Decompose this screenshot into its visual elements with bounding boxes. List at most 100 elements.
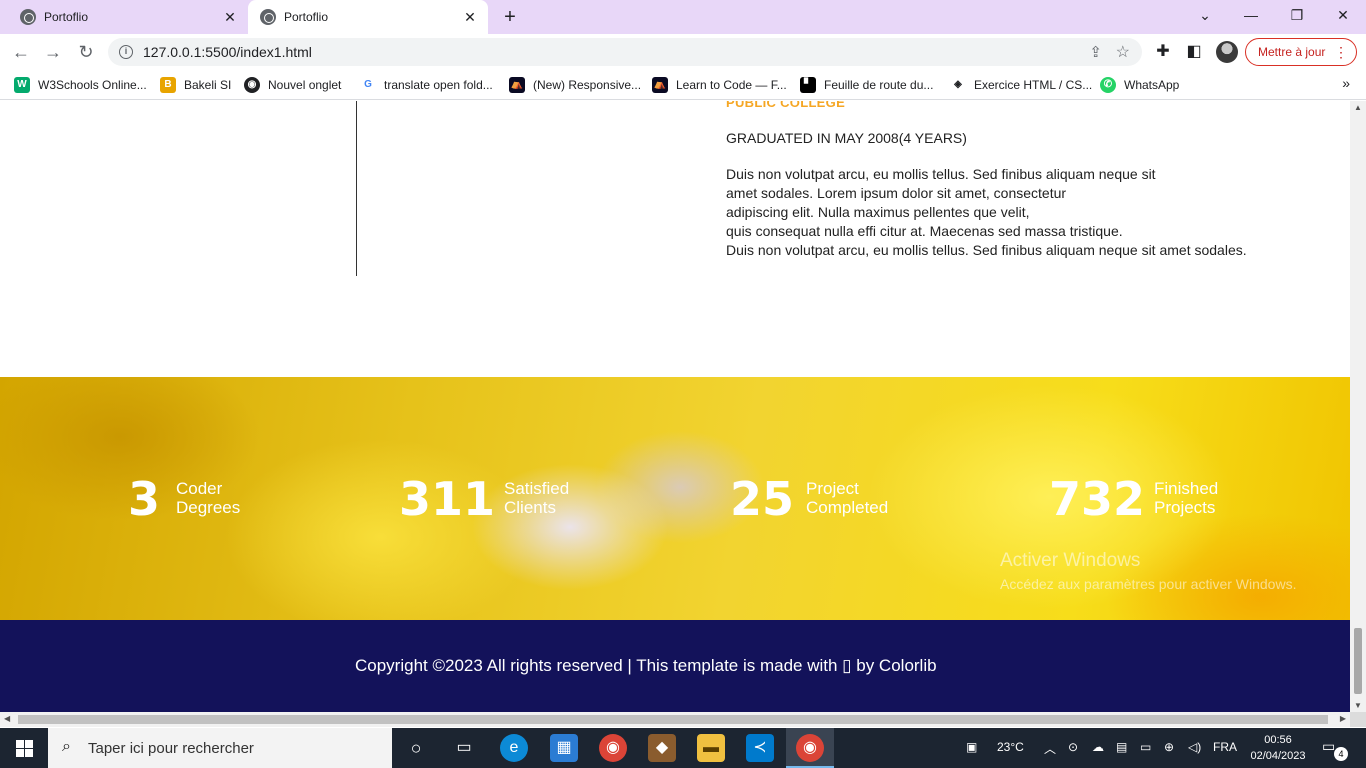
- notification-count-badge: 4: [1334, 747, 1348, 761]
- timeline-divider: [356, 101, 357, 276]
- update-button-label: Mettre à jour: [1258, 45, 1326, 59]
- scroll-right-arrow-icon[interactable]: ▶: [1340, 714, 1346, 723]
- horizontal-scrollbar[interactable]: ◀ ▶: [0, 712, 1350, 727]
- active-chrome-window[interactable]: ◉: [786, 728, 834, 768]
- windows-taskbar: ⌕ Taper ici pour rechercher ○ ▭ e ▦ ◉ ◆ …: [0, 728, 1366, 768]
- search-icon: ⌕: [62, 738, 71, 755]
- notification-center-icon[interactable]: ▭ 4: [1322, 738, 1348, 761]
- freecodecamp-icon: ⛺: [509, 77, 525, 93]
- globe-icon: ◉: [244, 77, 260, 93]
- copyright-text: Copyright ©2023 All rights reserved | Th…: [355, 656, 937, 675]
- counter-label: Project Completed: [806, 479, 889, 517]
- cortana-icon[interactable]: ○: [402, 734, 430, 762]
- windows-activation-watermark: Activer Windows Accédez aux paramètres p…: [1000, 550, 1296, 592]
- counter-number: 25: [730, 472, 795, 526]
- counter-label: Finished Projects: [1154, 479, 1219, 517]
- whatsapp-icon: ✆: [1100, 77, 1116, 93]
- browser-tab-strip: Portoflio ✕ Portoflio ✕ + ⌄ — ❐ ✕: [0, 0, 1366, 34]
- bookmark-responsive[interactable]: ⛺ (New) Responsive...: [509, 76, 641, 94]
- bookmark-bakeli[interactable]: B Bakeli SI: [160, 76, 231, 94]
- scroll-down-arrow-icon[interactable]: ▼: [1354, 701, 1362, 710]
- weather-temperature[interactable]: 23°C: [997, 740, 1024, 754]
- bookmarks-overflow-icon[interactable]: »: [1342, 75, 1350, 91]
- restore-button[interactable]: ❐: [1274, 0, 1320, 30]
- address-bar[interactable]: i 127.0.0.1:5500/index1.html ⇪ ☆: [108, 38, 1142, 66]
- education-description: Duis non volutpat arcu, eu mollis tellus…: [726, 166, 1247, 258]
- scrollbar-corner: [1350, 712, 1366, 727]
- vscode-icon[interactable]: ≺: [746, 734, 774, 762]
- counter-number: 732: [1049, 472, 1146, 526]
- tab-search-chevron-icon[interactable]: ⌄: [1182, 0, 1228, 30]
- bookmark-feuille-de-route[interactable]: ▘ Feuille de route du...: [800, 76, 933, 94]
- url-text[interactable]: 127.0.0.1:5500/index1.html: [143, 44, 312, 60]
- edge-icon[interactable]: e: [500, 734, 528, 762]
- bookmark-learn-to-code[interactable]: ⛺ Learn to Code — F...: [652, 76, 787, 94]
- input-language[interactable]: FRA: [1213, 740, 1237, 754]
- clock-date: 02/04/2023: [1250, 750, 1306, 762]
- bookmark-label: Feuille de route du...: [824, 78, 934, 92]
- show-hidden-icons-chevron-icon[interactable]: ︿: [1044, 740, 1056, 757]
- forward-arrow-icon[interactable]: →: [40, 40, 66, 64]
- google-icon: G: [360, 77, 376, 93]
- bookmark-whatsapp[interactable]: ✆ WhatsApp: [1100, 76, 1179, 94]
- tab-portfolio-2[interactable]: Portoflio ✕: [248, 0, 488, 34]
- chrome-icon: ◉: [796, 734, 824, 762]
- watermark-subtitle: Accédez aux paramètres pour activer Wind…: [1000, 576, 1297, 592]
- network-icon[interactable]: ⊕: [1164, 740, 1174, 754]
- search-placeholder: Taper ici pour rechercher: [88, 740, 254, 757]
- extensions-puzzle-icon[interactable]: ✚: [1153, 42, 1173, 62]
- back-arrow-icon[interactable]: ←: [8, 40, 34, 64]
- taskbar-search-box[interactable]: ⌕ Taper ici pour rechercher: [48, 728, 392, 768]
- clock-time: 00:56: [1264, 734, 1292, 746]
- bookmarks-bar: W W3Schools Online... B Bakeli SI ◉ Nouv…: [0, 70, 1366, 100]
- tab-portfolio-1[interactable]: Portoflio ✕: [8, 0, 248, 34]
- minimize-button[interactable]: —: [1228, 0, 1274, 30]
- freecodecamp-icon: ⛺: [652, 77, 668, 93]
- bookmark-w3schools[interactable]: W W3Schools Online...: [14, 76, 147, 94]
- task-view-icon[interactable]: ▭: [450, 734, 478, 762]
- vertical-scrollbar[interactable]: ▲ ▼: [1350, 101, 1366, 712]
- tray-app-icon[interactable]: ⊙: [1068, 740, 1078, 754]
- browser-toolbar: ← → ↻ i 127.0.0.1:5500/index1.html ⇪ ☆ ✚…: [0, 34, 1366, 70]
- scroll-left-arrow-icon[interactable]: ◀: [4, 714, 10, 723]
- close-tab-icon[interactable]: ✕: [462, 9, 478, 25]
- horizontal-scroll-thumb[interactable]: [18, 715, 1328, 724]
- w3schools-icon: W: [14, 77, 30, 93]
- reload-icon[interactable]: ↻: [73, 40, 99, 64]
- chrome-icon[interactable]: ◉: [599, 734, 627, 762]
- bookmark-label: Learn to Code — F...: [676, 78, 787, 92]
- weather-icon[interactable]: ▣: [966, 740, 977, 754]
- taskbar-clock[interactable]: 00:56 02/04/2023: [1240, 732, 1316, 764]
- more-menu-icon[interactable]: ⋮: [1334, 39, 1348, 65]
- vertical-scroll-thumb[interactable]: [1354, 628, 1362, 694]
- site-info-icon[interactable]: i: [119, 45, 133, 59]
- roadmap-icon: ▘: [800, 77, 816, 93]
- scroll-up-arrow-icon[interactable]: ▲: [1354, 103, 1362, 112]
- bookmark-label: Bakeli SI: [184, 78, 232, 92]
- side-panel-icon[interactable]: ◧: [1184, 42, 1204, 62]
- windows-start-icon[interactable]: [0, 728, 48, 768]
- tray-security-icon[interactable]: ▤: [1116, 740, 1127, 754]
- file-explorer-icon[interactable]: ▬: [697, 734, 725, 762]
- new-tab-button[interactable]: +: [498, 5, 522, 29]
- tab-title: Portoflio: [284, 10, 329, 24]
- bookmark-star-icon[interactable]: ☆: [1116, 42, 1130, 62]
- onedrive-icon[interactable]: ☁: [1092, 740, 1104, 754]
- bookmark-translate[interactable]: G translate open fold...: [360, 76, 493, 94]
- share-icon[interactable]: ⇪: [1089, 43, 1102, 61]
- bookmark-label: Nouvel onglet: [268, 78, 342, 92]
- bookmark-exercice-html[interactable]: ◈ Exercice HTML / CS...: [950, 76, 1092, 94]
- update-button[interactable]: Mettre à jour ⋮: [1245, 38, 1357, 66]
- git-icon[interactable]: ◆: [648, 734, 676, 762]
- close-window-button[interactable]: ✕: [1320, 0, 1366, 30]
- bookmark-nouvel-onglet[interactable]: ◉ Nouvel onglet: [244, 76, 341, 94]
- counter-number: 3: [128, 472, 161, 526]
- battery-icon[interactable]: ▭: [1140, 740, 1151, 754]
- bookmark-label: Exercice HTML / CS...: [974, 78, 1093, 92]
- bookmark-label: W3Schools Online...: [38, 78, 147, 92]
- profile-avatar[interactable]: [1216, 41, 1238, 63]
- volume-icon[interactable]: ◁): [1188, 740, 1201, 754]
- store-icon[interactable]: ▦: [550, 734, 578, 762]
- bookmark-label: translate open fold...: [384, 78, 493, 92]
- close-tab-icon[interactable]: ✕: [222, 9, 238, 25]
